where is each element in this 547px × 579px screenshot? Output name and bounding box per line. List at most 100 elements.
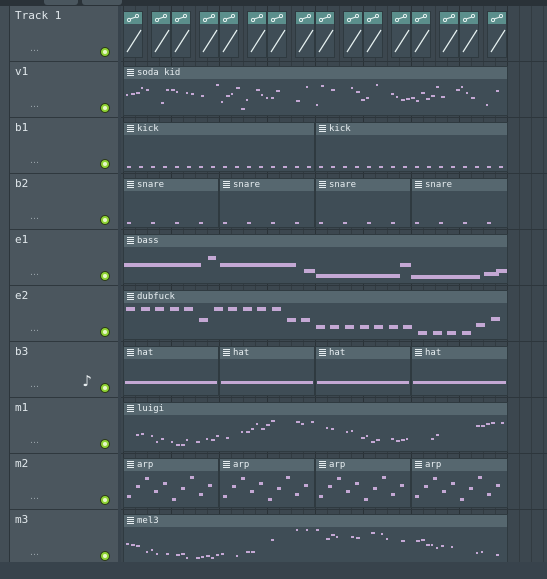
mute-led-icon[interactable] [100,327,110,337]
toolbar-tab[interactable] [82,0,122,5]
clip-menu-icon[interactable] [127,293,134,300]
pattern-clip[interactable]: snare [315,178,411,228]
clip-title[interactable]: arp [412,459,507,471]
track-grip-icon[interactable]: … [30,492,40,502]
clip-menu-icon[interactable] [415,181,422,188]
pattern-clip[interactable]: hat [411,346,508,396]
automation-clip[interactable] [199,11,219,58]
clip-menu-icon[interactable] [127,405,134,412]
clip-menu-icon[interactable] [223,181,230,188]
mute-led-icon[interactable] [100,495,110,505]
clip-title[interactable]: bass [124,235,507,247]
clip-menu-icon[interactable] [319,349,326,356]
track-grip-icon[interactable]: … [30,212,40,222]
automation-clip[interactable] [363,11,383,58]
clip-menu-icon[interactable] [223,461,230,468]
clip-menu-icon[interactable] [127,461,134,468]
track-name[interactable]: e1 [15,233,28,246]
clip-menu-icon[interactable] [127,349,134,356]
clip-menu-icon[interactable] [319,461,326,468]
clip-menu-icon[interactable] [415,349,422,356]
pattern-clip[interactable]: snare [219,178,315,228]
track-grip-icon[interactable]: … [30,268,40,278]
pattern-clip[interactable]: arp [411,458,508,508]
track-name[interactable]: m1 [15,401,28,414]
pattern-clip[interactable]: mel3 [123,514,508,564]
mute-led-icon[interactable] [100,271,110,281]
track-name[interactable]: v1 [15,65,28,78]
automation-clip[interactable] [315,11,335,58]
automation-clip[interactable] [219,11,239,58]
track-header[interactable]: b3 … ♪ [10,342,118,398]
track-header[interactable]: m3 … [10,510,118,566]
pattern-clip[interactable]: arp [315,458,411,508]
clip-title[interactable]: soda kid [124,67,507,79]
track-header[interactable]: m2 … [10,454,118,510]
mute-led-icon[interactable] [100,215,110,225]
clip-title[interactable]: luigi [124,403,507,415]
automation-clip[interactable] [295,11,315,58]
automation-clip[interactable] [247,11,267,58]
clip-title[interactable]: arp [124,459,218,471]
clip-menu-icon[interactable] [415,461,422,468]
mute-led-icon[interactable] [100,159,110,169]
clip-menu-icon[interactable] [127,125,134,132]
mute-led-icon[interactable] [100,383,110,393]
track-grip-icon[interactable]: … [30,436,40,446]
track-grip-icon[interactable]: … [30,156,40,166]
clip-title[interactable]: hat [412,347,507,359]
automation-clip[interactable] [123,11,143,58]
track-name[interactable]: b2 [15,177,28,190]
track-grip-icon[interactable]: … [30,380,40,390]
clip-menu-icon[interactable] [127,69,134,76]
clip-menu-icon[interactable] [223,349,230,356]
clip-title[interactable]: snare [316,179,410,191]
clip-title[interactable]: arp [316,459,410,471]
automation-clip[interactable] [343,11,363,58]
automation-clip[interactable] [439,11,459,58]
clip-title[interactable]: kick [124,123,314,135]
pattern-clip[interactable]: hat [123,346,219,396]
track-header[interactable]: v1 … [10,62,118,118]
track-name[interactable]: m2 [15,457,28,470]
pattern-clip[interactable]: snare [411,178,508,228]
track-header[interactable]: e2 … [10,286,118,342]
automation-clip[interactable] [459,11,479,58]
clip-title[interactable]: snare [124,179,218,191]
clip-menu-icon[interactable] [127,517,134,524]
track-name[interactable]: b1 [15,121,28,134]
track-name[interactable]: e2 [15,289,28,302]
clip-title[interactable]: hat [220,347,314,359]
clip-title[interactable]: snare [412,179,507,191]
pattern-clip[interactable]: hat [315,346,411,396]
pattern-clip[interactable]: bass [123,234,508,284]
automation-clip[interactable] [151,11,171,58]
track-grip-icon[interactable]: … [30,100,40,110]
automation-clip[interactable] [411,11,431,58]
pattern-clip[interactable]: arp [123,458,219,508]
clip-title[interactable]: hat [124,347,218,359]
clip-menu-icon[interactable] [127,237,134,244]
track-grip-icon[interactable]: … [30,44,40,54]
clip-menu-icon[interactable] [319,125,326,132]
mute-led-icon[interactable] [100,551,110,561]
clip-menu-icon[interactable] [127,181,134,188]
pattern-clip[interactable]: kick [315,122,508,172]
track-grip-icon[interactable]: … [30,548,40,558]
track-header[interactable]: m1 … [10,398,118,454]
automation-clip[interactable] [267,11,287,58]
track-header[interactable]: e1 … [10,230,118,286]
track-name[interactable]: m3 [15,513,28,526]
automation-clip[interactable] [391,11,411,58]
pattern-clip[interactable]: soda kid [123,66,508,116]
clip-title[interactable]: snare [220,179,314,191]
track-name[interactable]: Track 1 [15,9,61,22]
pattern-clip[interactable]: dubfuck [123,290,508,340]
track-header[interactable]: Track 1 … [10,6,118,62]
track-name[interactable]: b3 [15,345,28,358]
mute-led-icon[interactable] [100,103,110,113]
clip-title[interactable]: kick [316,123,507,135]
pattern-clip[interactable]: arp [219,458,315,508]
track-grip-icon[interactable]: … [30,324,40,334]
clip-title[interactable]: mel3 [124,515,507,527]
